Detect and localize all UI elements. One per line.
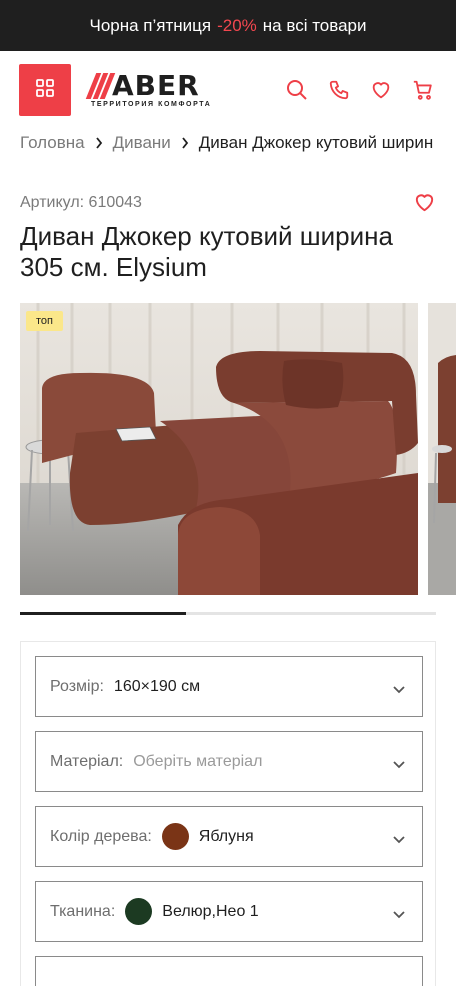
gallery-next-image[interactable] (428, 303, 456, 595)
chevron-down-icon (392, 682, 406, 693)
wood-color-swatch (161, 823, 189, 850)
logo-tagline: ТЕРРИТОРИЯ КОМФОРТА (91, 101, 212, 108)
gallery-progress-fill (20, 612, 187, 615)
product-options: Розмір: 160×190 см Матеріал: Оберіть мат… (20, 641, 436, 986)
phone-icon[interactable] (328, 79, 350, 101)
chevron-down-icon (392, 907, 406, 918)
fabric-label: Тканина: (50, 902, 116, 920)
logo-mark (85, 73, 116, 99)
wood-color-label: Колір дерева: (50, 827, 152, 845)
promo-suffix: на всі товари (262, 15, 367, 35)
gallery-image[interactable]: топ (20, 303, 418, 595)
menu-button[interactable] (19, 64, 71, 116)
logo-word: ABER (112, 69, 200, 102)
heart-icon[interactable] (370, 79, 392, 101)
breadcrumb-sofas[interactable]: Дивани (113, 133, 171, 153)
breadcrumb: Головна Дивани Диван Джокер кутовий шири… (20, 132, 456, 154)
material-select[interactable]: Матеріал: Оберіть матеріал (35, 731, 423, 792)
menu-grid-icon (35, 78, 55, 103)
wood-color-value: Яблуня (198, 827, 254, 845)
size-value: 160×190 см (113, 677, 201, 695)
material-label: Матеріал: (50, 752, 124, 770)
gallery-progress (20, 612, 436, 615)
size-select[interactable]: Розмір: 160×190 см (35, 656, 423, 717)
breadcrumb-current: Диван Джокер кутовий ширин (198, 133, 434, 152)
promo-bar: Чорна п’ятниця -20% на всі товари (0, 0, 456, 51)
fabric-value: Велюр,Нео 1 (162, 902, 259, 920)
fabric-select[interactable]: Тканина: Велюр,Нео 1 (35, 881, 423, 942)
chevron-right-icon (181, 137, 189, 149)
chevron-down-icon (392, 832, 406, 843)
size-label: Розмір: (50, 677, 104, 695)
search-icon[interactable] (286, 79, 308, 101)
add-to-favorites-button[interactable] (413, 191, 436, 214)
heart-icon (413, 194, 436, 218)
site-header: ABER ТЕРРИТОРИЯ КОМФОРТА (0, 51, 456, 129)
material-placeholder: Оберіть матеріал (133, 752, 263, 770)
promo-discount: -20% (217, 15, 257, 35)
chevron-right-icon (95, 137, 103, 149)
cart-icon[interactable] (412, 79, 434, 101)
top-badge: топ (26, 311, 63, 331)
product-sku: Артикул: 610043 (20, 194, 142, 211)
fabric-swatch (125, 898, 153, 925)
breadcrumb-home[interactable]: Головна (20, 133, 85, 153)
wood-color-select[interactable]: Колір дерева: Яблуня (35, 806, 423, 867)
extra-options-select[interactable] (35, 956, 423, 986)
product-title: Диван Джокер кутовий ширина 305 см. Elys… (20, 221, 393, 282)
product-gallery[interactable]: топ (20, 303, 456, 595)
promo-text: Чорна п’ятниця (89, 15, 212, 35)
chevron-down-icon (392, 757, 406, 768)
chevron-down-icon (392, 982, 406, 986)
logo[interactable]: ABER ТЕРРИТОРИЯ КОМФОРТА (85, 69, 212, 108)
